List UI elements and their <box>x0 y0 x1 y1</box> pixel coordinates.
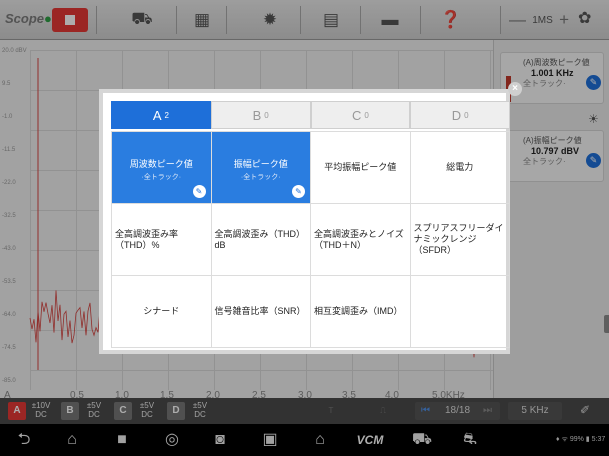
measurement-option[interactable]: シナード <box>112 276 212 348</box>
tab-channel-c[interactable]: C0 <box>310 101 411 129</box>
measurement-option[interactable]: 信号雑音比率（SNR） <box>211 276 311 348</box>
edit-icon[interactable]: ✎ <box>292 185 305 198</box>
measurement-option[interactable]: 総電力 <box>410 132 510 204</box>
measurement-option[interactable]: 振幅ピーク値 ·全トラック· ✎ <box>211 132 311 204</box>
edit-icon[interactable]: ✎ <box>192 185 206 198</box>
measurement-option[interactable]: スプリアスフリーダイナミックレンジ（SFDR） <box>410 204 510 276</box>
measurement-option[interactable] <box>410 276 510 348</box>
measurement-option[interactable]: 全高調波歪み率（THD）% <box>112 204 212 276</box>
tab-channel-b[interactable]: B0 <box>210 101 311 129</box>
measurement-option[interactable]: 周波数ピーク値 ·全トラック· ✎ <box>112 132 212 204</box>
tab-channel-d[interactable]: D0 <box>410 101 510 129</box>
measurement-option[interactable]: 全高調波歪み（THD）dB <box>211 204 311 276</box>
measurement-option[interactable]: 相互変調歪み（IMD） <box>311 276 411 348</box>
tab-channel-a[interactable]: A2 <box>111 101 211 129</box>
dialog-close-icon[interactable]: × <box>508 82 522 96</box>
measurement-grid: 周波数ピーク値 ·全トラック· ✎ 振幅ピーク値 ·全トラック· ✎ 平均振幅ピーク値 総電力… <box>111 131 510 348</box>
channel-tabs: A2B0C0D0 <box>111 101 510 129</box>
measurement-dialog: A2B0C0D0 周波数ピーク値 ·全トラック· ✎ 振幅ピーク値 ·全トラック· ✎ 平均… <box>99 89 510 354</box>
measurement-option[interactable]: 平均振幅ピーク値 <box>311 132 411 204</box>
measurement-option[interactable]: 全高調波歪みとノイズ（THD＋N） <box>311 204 411 276</box>
